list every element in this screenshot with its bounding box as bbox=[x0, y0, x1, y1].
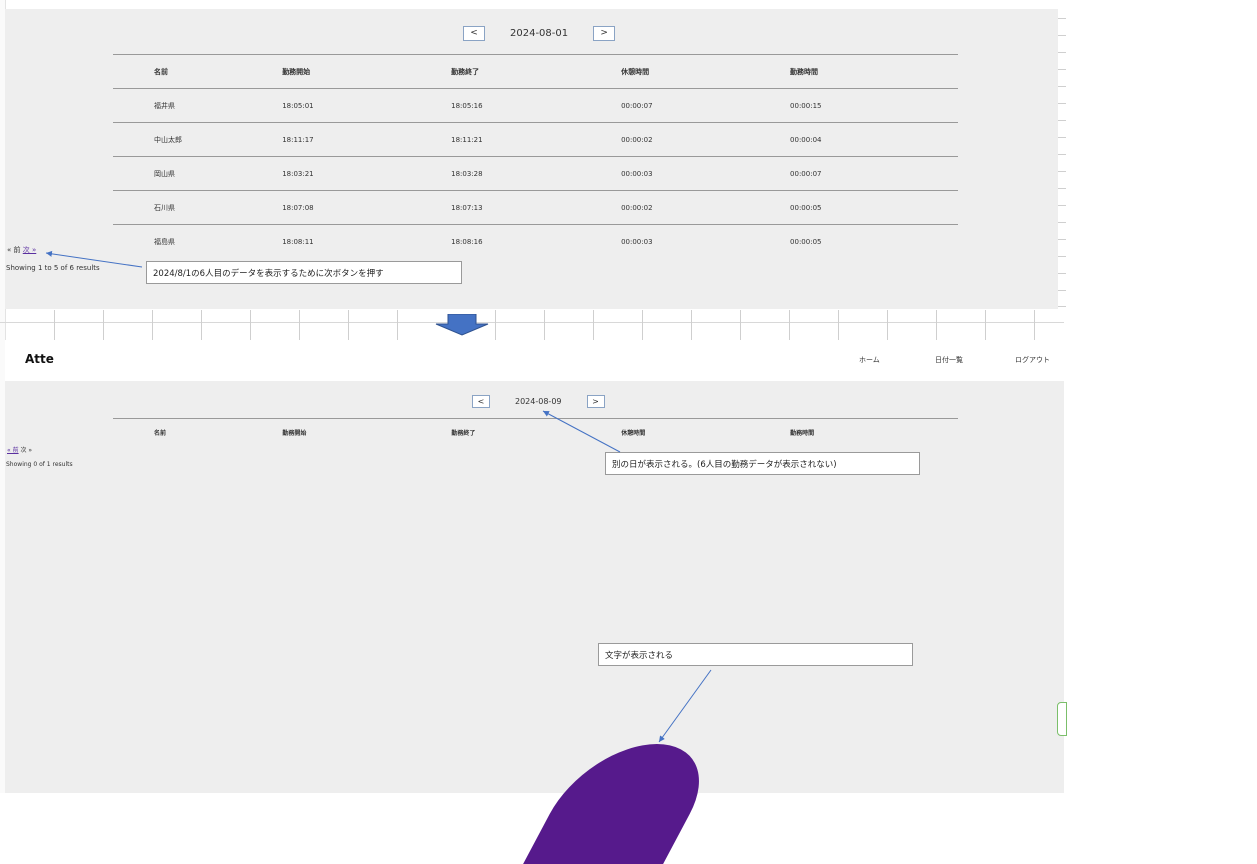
arrow-to-blob bbox=[658, 669, 712, 743]
arrow-to-next-link bbox=[45, 250, 143, 268]
side-widget bbox=[1057, 702, 1067, 736]
pointer-arrows bbox=[45, 250, 712, 743]
arrow-to-date bbox=[542, 410, 621, 453]
